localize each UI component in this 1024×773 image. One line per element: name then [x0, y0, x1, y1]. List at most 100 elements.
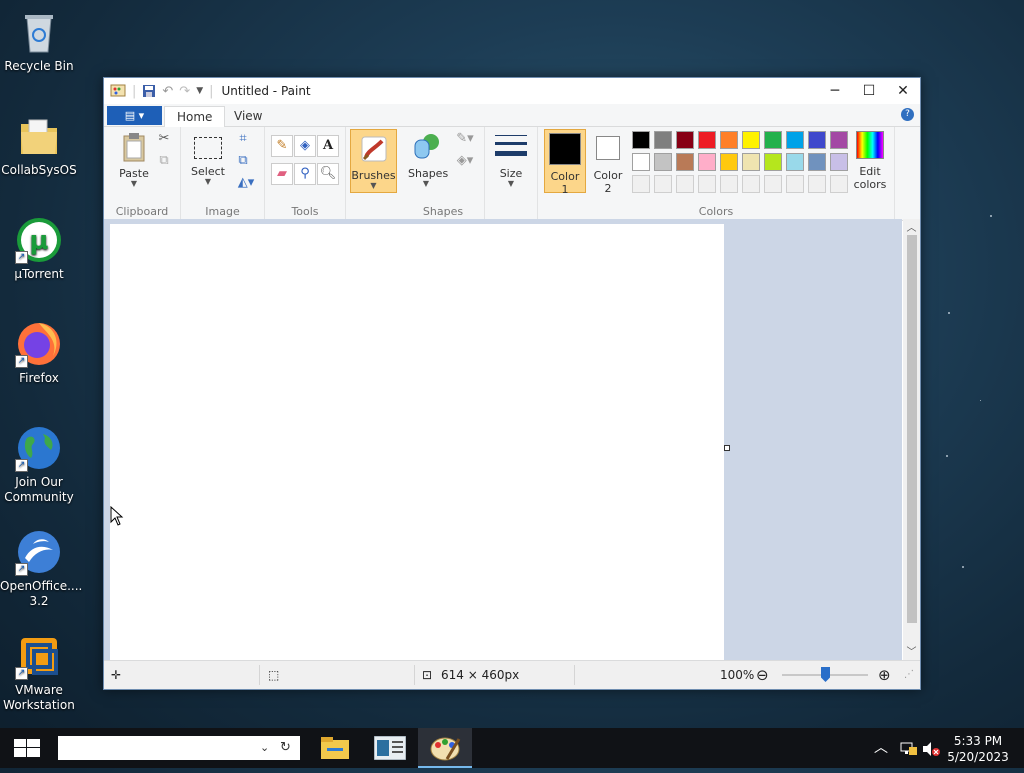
- fill-icon[interactable]: ◈: [294, 135, 316, 157]
- taskbar-file-explorer[interactable]: [308, 728, 362, 768]
- desktop-icon-firefox[interactable]: ↗ Firefox: [0, 320, 78, 386]
- desktop-icon-label: CollabSysOS: [1, 163, 77, 177]
- desktop-icon-openoffice[interactable]: ↗ OpenOffice.... 3.2: [0, 528, 82, 609]
- drawing-canvas[interactable]: [110, 224, 724, 660]
- text-icon[interactable]: A: [317, 135, 339, 157]
- color-swatch[interactable]: [654, 131, 672, 149]
- desktop-icon-recycle-bin[interactable]: Recycle Bin: [0, 8, 78, 74]
- zoom-in-icon[interactable]: ⊕: [878, 661, 891, 689]
- customize-qat-icon[interactable]: ▼: [196, 86, 203, 96]
- color-swatch[interactable]: [808, 175, 826, 193]
- color-swatch[interactable]: [808, 131, 826, 149]
- scrollbar-thumb[interactable]: [907, 235, 917, 623]
- color2-button[interactable]: Color 2: [588, 129, 628, 195]
- crop-icon[interactable]: ⌗: [233, 129, 253, 149]
- pencil-icon[interactable]: ✎: [271, 135, 293, 157]
- taskbar-paint[interactable]: [418, 728, 472, 768]
- copy-icon[interactable]: ⧉: [154, 151, 174, 171]
- tray-chevron-icon[interactable]: ︿: [874, 728, 888, 768]
- color1-button[interactable]: Color 1: [544, 129, 586, 196]
- color-swatch[interactable]: [786, 153, 804, 171]
- color-swatch[interactable]: [632, 175, 650, 193]
- color-swatch[interactable]: [676, 175, 694, 193]
- size-button[interactable]: Size ▼: [493, 131, 529, 188]
- color-swatch[interactable]: [698, 153, 716, 171]
- outline-icon[interactable]: ✎▾: [452, 129, 478, 149]
- status-bar: ✛ ⬚ ⊡ 614 × 460px 100% ⊖ ⊕ ⋰: [104, 660, 920, 689]
- close-button[interactable]: ✕: [886, 78, 920, 104]
- colors-group: Color 1 Color 2 Edit colors Colors: [538, 127, 895, 220]
- color-swatch[interactable]: [764, 153, 782, 171]
- undo-icon[interactable]: ↶: [162, 84, 173, 99]
- help-icon[interactable]: ?: [901, 108, 914, 121]
- shapes-group-label: Shapes: [422, 205, 464, 218]
- color-swatch[interactable]: [786, 131, 804, 149]
- brushes-button[interactable]: Brushes ▼: [350, 129, 397, 193]
- color-swatch[interactable]: [632, 131, 650, 149]
- canvas-resize-handle-right[interactable]: [724, 445, 730, 451]
- color-swatch[interactable]: [830, 153, 848, 171]
- select-button[interactable]: Select ▼: [189, 131, 227, 186]
- tab-view[interactable]: View: [222, 106, 274, 126]
- color-swatch[interactable]: [764, 131, 782, 149]
- volume-muted-icon[interactable]: [922, 741, 940, 757]
- clipboard-group-label: Clipboard: [115, 205, 169, 218]
- desktop-icon-join-our-community[interactable]: ↗ Join Our Community: [0, 424, 78, 505]
- color-swatch[interactable]: [830, 131, 848, 149]
- desktop-icon-collabsysos[interactable]: CollabSysOS: [0, 112, 78, 178]
- taskbar-app-window[interactable]: [363, 728, 417, 768]
- shapes-button[interactable]: Shapes ▼: [408, 131, 448, 188]
- color-swatch[interactable]: [676, 153, 694, 171]
- scroll-down-icon[interactable]: ﹀: [903, 643, 920, 658]
- select-icon: [194, 137, 222, 159]
- scroll-up-icon[interactable]: ︿: [903, 219, 920, 234]
- brushes-group: Brushes ▼: [346, 127, 402, 220]
- color-swatch[interactable]: [654, 153, 672, 171]
- minimize-button[interactable]: ─: [818, 78, 852, 104]
- taskbar-clock[interactable]: 5:33 PM 5/20/2023: [946, 728, 1010, 773]
- color-swatch[interactable]: [720, 175, 738, 193]
- maximize-button[interactable]: ☐: [852, 78, 886, 104]
- zoom-slider-thumb[interactable]: [821, 667, 830, 682]
- color-swatch[interactable]: [698, 175, 716, 193]
- color-swatch[interactable]: [698, 131, 716, 149]
- eraser-icon[interactable]: ▰: [271, 163, 293, 185]
- shape-fill-icon[interactable]: ◈▾: [452, 151, 478, 171]
- search-refresh-icon[interactable]: ↻: [280, 736, 291, 760]
- color-picker-icon[interactable]: ⚲: [294, 163, 316, 185]
- color-swatch[interactable]: [742, 153, 760, 171]
- clock-date: 5/20/2023: [947, 750, 1009, 764]
- magnifier-icon[interactable]: 🔍︎: [317, 163, 339, 185]
- zoom-out-icon[interactable]: ⊖: [756, 661, 769, 689]
- edit-colors-button[interactable]: Edit colors: [850, 129, 890, 191]
- color-swatch[interactable]: [764, 175, 782, 193]
- vertical-scrollbar[interactable]: ︿ ﹀: [903, 219, 920, 660]
- network-icon[interactable]: [900, 741, 918, 757]
- color-swatch[interactable]: [808, 153, 826, 171]
- color-swatch[interactable]: [742, 131, 760, 149]
- vmware-icon: ↗: [15, 632, 63, 680]
- color-swatch[interactable]: [742, 175, 760, 193]
- color-swatch[interactable]: [676, 131, 694, 149]
- file-menu-button[interactable]: ▤ ▾: [107, 106, 162, 125]
- cut-icon[interactable]: ✂: [154, 129, 174, 149]
- color-swatch[interactable]: [654, 175, 672, 193]
- paint-app-icon: [110, 84, 126, 97]
- color-swatch[interactable]: [720, 131, 738, 149]
- desktop-icon-utorrent[interactable]: µ ↗ µTorrent: [0, 216, 78, 282]
- search-dropdown-icon[interactable]: ⌄: [260, 736, 269, 760]
- save-icon[interactable]: [142, 84, 156, 98]
- tab-home[interactable]: Home: [164, 106, 226, 128]
- color-spectrum-icon: [856, 131, 884, 159]
- rotate-icon[interactable]: ◭▾: [233, 173, 259, 193]
- windows-start-icon[interactable]: [14, 739, 40, 757]
- color-swatch[interactable]: [786, 175, 804, 193]
- paste-button[interactable]: Paste ▼: [112, 131, 156, 188]
- color-swatch[interactable]: [720, 153, 738, 171]
- desktop-icon-vmware[interactable]: ↗ VMware Workstation: [0, 632, 78, 713]
- color-swatch[interactable]: [632, 153, 650, 171]
- color-swatch[interactable]: [830, 175, 848, 193]
- redo-icon[interactable]: ↷: [179, 84, 190, 99]
- resize-icon[interactable]: ⧉: [233, 151, 253, 171]
- resize-grip-icon[interactable]: ⋰: [904, 661, 914, 689]
